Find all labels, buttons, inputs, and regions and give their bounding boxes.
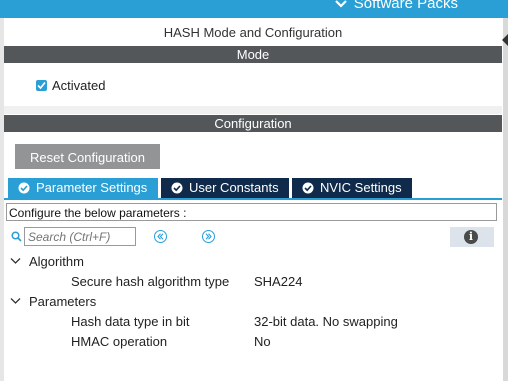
group-label: Algorithm: [29, 254, 84, 269]
arrow-left-icon: [157, 233, 164, 240]
configure-instructions: Configure the below parameters :: [6, 203, 497, 221]
param-name: HMAC operation: [71, 334, 168, 349]
section-divider: [4, 106, 502, 114]
check-circle-icon: [171, 182, 183, 194]
caret-down-icon: [10, 298, 21, 304]
activated-checkbox[interactable]: [36, 80, 47, 91]
info-icon: i: [464, 230, 478, 244]
param-value[interactable]: SHA224: [254, 274, 302, 289]
tab-user-constants[interactable]: User Constants: [161, 178, 289, 198]
mode-header: Mode: [4, 46, 502, 63]
software-packs-label: Software Packs: [353, 0, 458, 12]
info-button[interactable]: i: [450, 227, 494, 247]
search-input[interactable]: [24, 227, 136, 246]
reset-configuration-button[interactable]: Reset Configuration: [15, 144, 160, 169]
check-icon: [37, 81, 46, 90]
right-scroll-edge[interactable]: [502, 18, 508, 381]
tab-parameter-settings[interactable]: Parameter Settings: [8, 178, 158, 198]
param-value[interactable]: 32-bit data. No swapping: [254, 314, 398, 329]
tab-label: NVIC Settings: [320, 180, 402, 195]
tab-label: User Constants: [189, 180, 279, 195]
collapse-arrow-icon[interactable]: [502, 34, 508, 46]
check-circle-icon: [302, 182, 314, 194]
caret-down-icon: [10, 258, 21, 264]
tab-label: Parameter Settings: [36, 180, 148, 195]
param-name: Hash data type in bit: [71, 314, 190, 329]
activated-label: Activated: [52, 78, 106, 93]
configuration-header: Configuration: [4, 115, 502, 132]
search-next-button[interactable]: [202, 230, 215, 243]
group-label: Parameters: [29, 294, 97, 309]
arrow-right-icon: [205, 233, 212, 240]
tab-underline: [4, 198, 502, 200]
chevron-down-icon: [335, 0, 347, 8]
param-name: Secure hash algorithm type: [71, 274, 230, 289]
check-circle-icon: [18, 182, 30, 194]
top-bar: Software Packs: [0, 0, 508, 18]
search-previous-button[interactable]: [154, 230, 167, 243]
tab-nvic-settings[interactable]: NVIC Settings: [292, 178, 412, 198]
panel-title: HASH Mode and Configuration: [163, 25, 343, 40]
search-icon: [11, 231, 22, 242]
software-packs-menu[interactable]: Software Packs: [334, 0, 458, 12]
param-value[interactable]: No: [254, 334, 271, 349]
